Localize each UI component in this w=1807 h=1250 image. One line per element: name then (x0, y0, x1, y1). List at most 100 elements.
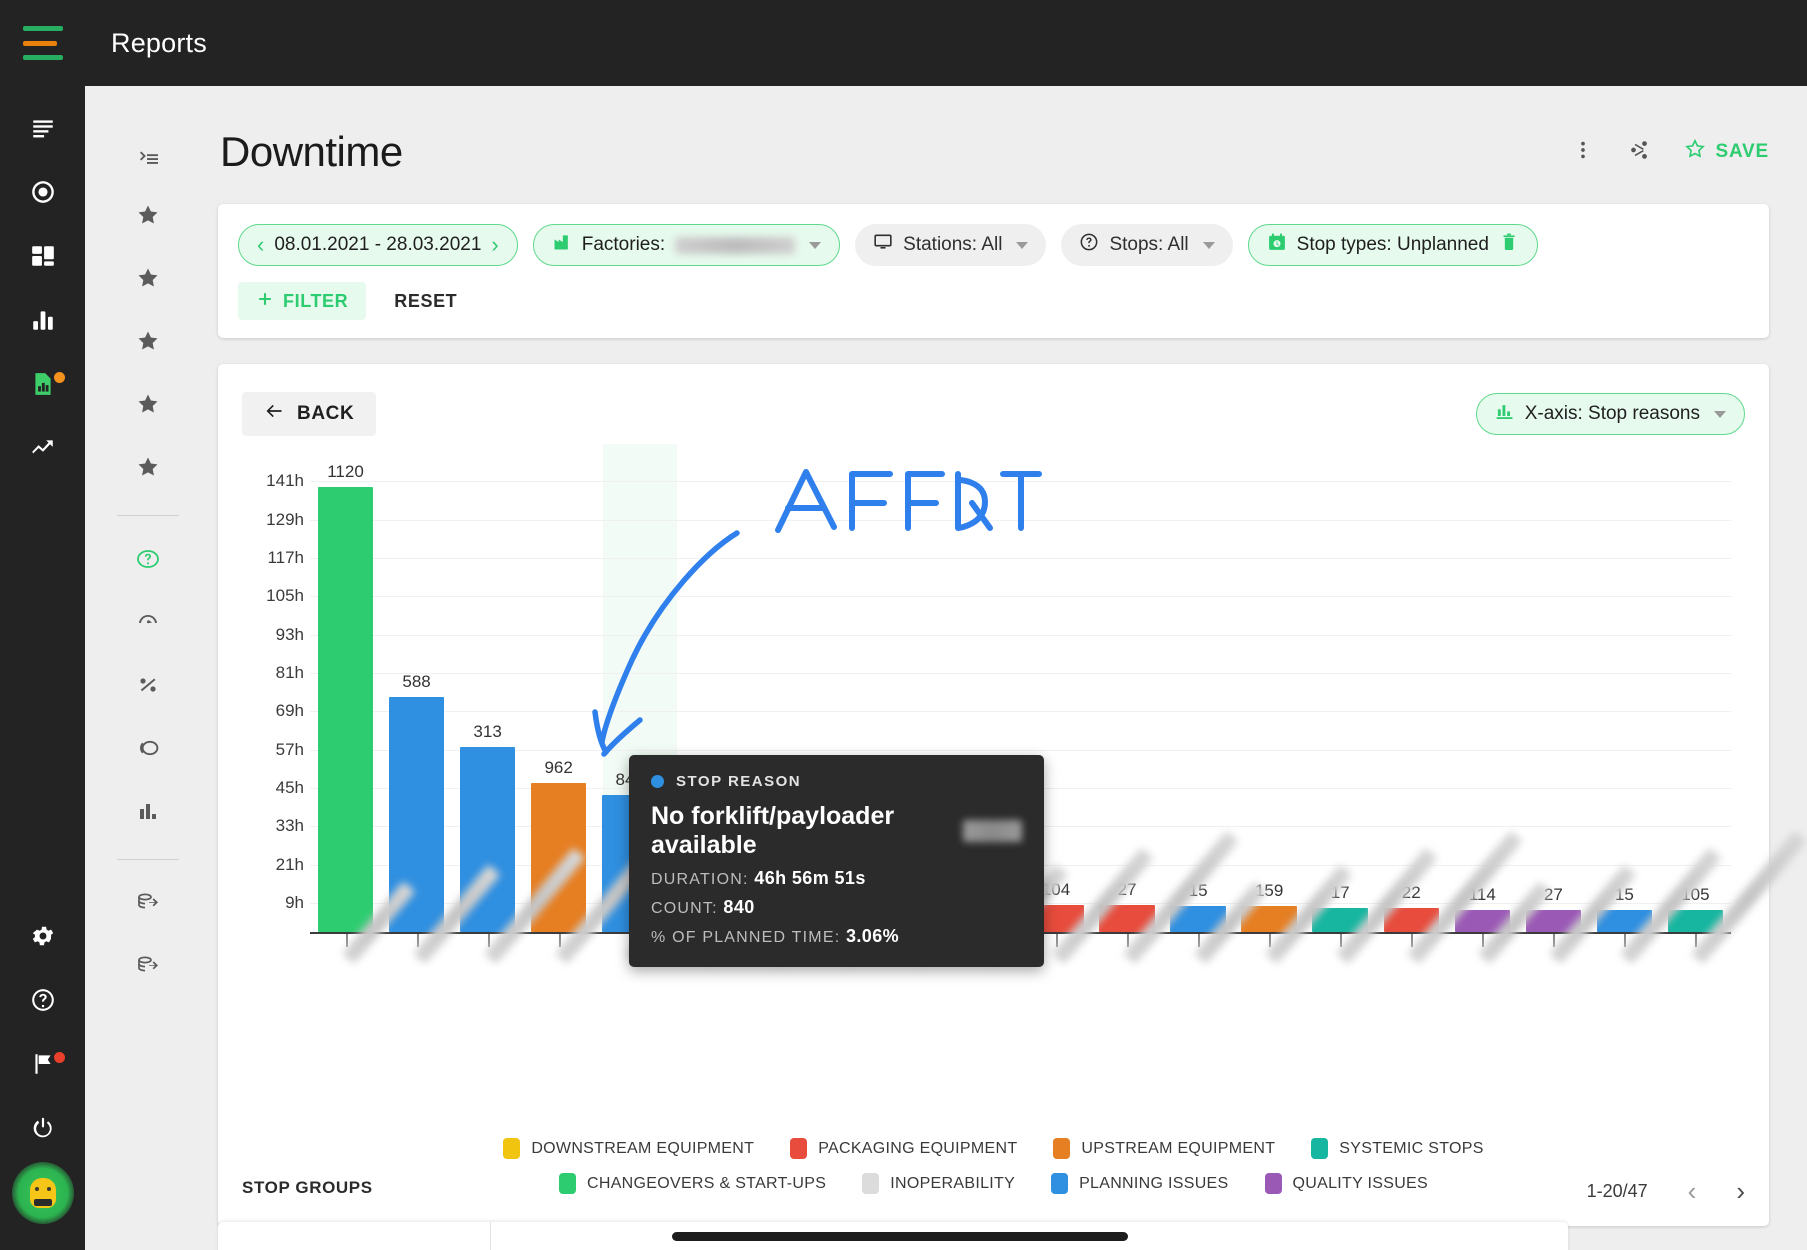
more-options-button[interactable] (1572, 139, 1594, 166)
date-range-filter[interactable]: ‹ 08.01.2021 - 28.03.2021 › (238, 224, 518, 266)
chart-bar-column[interactable]: 15 (1589, 462, 1660, 932)
sidebar-item-oee[interactable] (0, 162, 85, 226)
legend-item[interactable]: UPSTREAM EQUIPMENT (1053, 1138, 1275, 1159)
avatar[interactable] (11, 1162, 74, 1224)
primary-sidebar (0, 0, 85, 1250)
chart-bar-column[interactable]: 105 (1660, 462, 1731, 932)
legend-label: PACKAGING EQUIPMENT (818, 1139, 1018, 1157)
tooltip-title-text: No forklift/payloader available (651, 802, 895, 859)
target-circle-icon (30, 179, 56, 210)
sidebar-item-shifts[interactable] (0, 98, 85, 162)
x-axis-tick (558, 934, 561, 947)
add-filter-button[interactable]: FILTER (238, 282, 367, 320)
stops-filter[interactable]: Stops: All (1061, 224, 1233, 266)
chart-bar-column[interactable]: 159 (1234, 462, 1305, 932)
report-downtime[interactable] (85, 530, 210, 593)
page-header: Downtime SAVE (210, 86, 1807, 176)
notifications-badge (54, 1052, 65, 1063)
stations-filter[interactable]: Stations: All (855, 224, 1047, 266)
share-button[interactable] (1628, 139, 1650, 166)
tooltip-percent-row: % OF PLANNED TIME: 3.06% (651, 926, 1022, 947)
chart-bar-column[interactable]: 962 (523, 462, 594, 932)
x-axis-tick (345, 934, 348, 947)
legend-item[interactable]: PACKAGING EQUIPMENT (790, 1138, 1017, 1159)
x-axis-tick (487, 934, 490, 947)
chart-bar-column[interactable]: 114 (1447, 462, 1518, 932)
list-lines-icon (30, 115, 56, 146)
report-percent[interactable] (85, 656, 210, 719)
report-speed[interactable] (85, 593, 210, 656)
app-root: Reports Downtime SAVE ‹ 08.01.2021 - 28.… (0, 0, 1807, 1250)
report-donut[interactable] (85, 719, 210, 782)
tooltip-duration-row: DURATION: 46h 56m 51s (651, 868, 1022, 889)
favorite-1[interactable] (85, 186, 210, 249)
legend-item[interactable]: SYSTEMIC STOPS (1311, 1138, 1483, 1159)
chart-bar-column[interactable]: 17 (1305, 462, 1376, 932)
legend-label: SYSTEMIC STOPS (1339, 1139, 1484, 1157)
factories-filter[interactable]: Factories: (532, 224, 841, 266)
more-vertical-icon (1572, 139, 1594, 166)
y-axis-tick-label: 81h (275, 663, 304, 683)
chart-bar[interactable] (317, 487, 374, 932)
pagination-range: 1-20/47 (1586, 1180, 1648, 1201)
bar-value-label: 962 (544, 758, 573, 778)
legend-label: QUALITY ISSUES (1292, 1174, 1429, 1192)
sidebar-item-reports[interactable] (0, 354, 85, 418)
date-prev-button[interactable]: ‹ (257, 234, 264, 256)
chevron-down-icon (1714, 410, 1726, 418)
favorite-5[interactable] (85, 438, 210, 501)
legend-item[interactable]: QUALITY ISSUES (1264, 1173, 1429, 1194)
app-logo[interactable] (22, 26, 63, 60)
chart-bar-column[interactable]: 15 (1163, 462, 1234, 932)
legend-label: DOWNSTREAM EQUIPMENT (531, 1139, 755, 1157)
pagination-prev-button[interactable]: ‹ (1688, 1178, 1697, 1204)
back-button[interactable]: BACK (242, 392, 377, 436)
save-button[interactable]: SAVE (1684, 138, 1769, 166)
legend-item[interactable]: CHANGEOVERS & START-UPS (558, 1173, 826, 1194)
sidebar-item-help[interactable] (0, 970, 85, 1034)
chart-bar-column[interactable]: 27 (1518, 462, 1589, 932)
report-bars[interactable] (85, 782, 210, 845)
chart-bar-column[interactable]: 588 (381, 462, 452, 932)
y-axis-tick-label: 45h (275, 778, 304, 798)
export-data-1[interactable] (85, 874, 210, 937)
legend-item[interactable]: PLANNING ISSUES (1051, 1173, 1228, 1194)
reset-filters-button[interactable]: RESET (384, 291, 467, 312)
xaxis-selector[interactable]: X-axis: Stop reasons (1475, 393, 1745, 435)
sidebar-item-dashboard[interactable] (0, 226, 85, 290)
horizontal-scrollbar[interactable] (672, 1232, 1128, 1241)
sidebar-item-analytics[interactable] (0, 290, 85, 354)
sidebar-item-logout[interactable] (0, 1098, 85, 1162)
legend-item[interactable]: DOWNSTREAM EQUIPMENT (503, 1138, 754, 1159)
star-icon (136, 266, 160, 295)
favorite-2[interactable] (85, 249, 210, 312)
chart-bar-column[interactable]: 27 (1092, 462, 1163, 932)
chart-bar-column[interactable]: 1120 (310, 462, 381, 932)
top-bar: Reports (85, 0, 1807, 86)
favorite-4[interactable] (85, 375, 210, 438)
legend-label: PLANNING ISSUES (1079, 1174, 1229, 1192)
tooltip-color-dot (651, 775, 664, 788)
export-data-2[interactable] (85, 937, 210, 1000)
sidebar-item-settings[interactable] (0, 906, 85, 970)
chart-tooltip: STOP REASON No forklift/payloader availa… (629, 755, 1044, 967)
tooltip-count-label: COUNT: (651, 900, 718, 917)
stop-types-filter[interactable]: Stop types: Unplanned (1247, 224, 1538, 266)
favorite-3[interactable] (85, 312, 210, 375)
database-export-icon (136, 954, 160, 983)
trash-icon[interactable] (1499, 232, 1519, 258)
question-circle-icon (136, 547, 160, 576)
sidebar-item-trends[interactable] (0, 418, 85, 482)
chart-legend: DOWNSTREAM EQUIPMENT PACKAGING EQUIPMENT U… (242, 1138, 1745, 1208)
chart-bar-column[interactable]: 22 (1376, 462, 1447, 932)
tooltip-percent-label: % OF PLANNED TIME: (651, 929, 841, 946)
legend-color-swatch (1311, 1138, 1329, 1159)
chart-bar-column[interactable]: 313 (452, 462, 523, 932)
peek-divider (490, 1222, 491, 1250)
sidebar-item-notifications[interactable] (0, 1034, 85, 1098)
legend-item[interactable]: INOPERABILITY (862, 1173, 1015, 1194)
pagination-next-button[interactable]: › (1736, 1178, 1745, 1204)
date-next-button[interactable]: › (491, 234, 498, 256)
legend-color-swatch (862, 1173, 880, 1194)
collapse-panel-icon[interactable] (85, 130, 210, 186)
